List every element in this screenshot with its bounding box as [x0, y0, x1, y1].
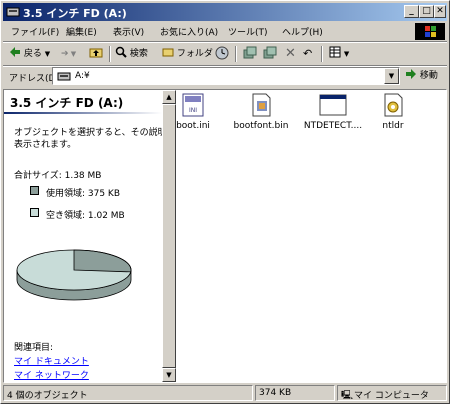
file-name: ntldr — [382, 121, 404, 131]
content-area: 3.5 インチ FD (A:) オブジェクトを選択すると、その説明が 表示されま… — [3, 89, 447, 383]
forward-button[interactable]: ➔ ▼ — [61, 46, 76, 62]
menu-tools[interactable]: ツール(T) — [228, 25, 268, 38]
copy-to-button[interactable] — [263, 46, 277, 62]
pane-title-rule — [4, 112, 162, 114]
used-space-label: 使用領域: 375 KB — [46, 189, 121, 199]
description-line-2: 表示されます。 — [14, 140, 77, 150]
left-pane-scrollbar[interactable]: ▲ ▼ — [162, 90, 176, 382]
toolbar: 戻る ▼ ➔ ▼ 検索 フォルダ ✕ ↶ ▼ — [3, 43, 447, 65]
file-name: bootfont.bin — [233, 121, 289, 131]
free-space-label: 空き領域: 1.02 MB — [46, 211, 125, 221]
history-icon — [215, 46, 229, 60]
status-objects: 4 個のオブジェクト — [7, 391, 88, 401]
my-documents-link[interactable]: マイ ドキュメント — [14, 354, 89, 367]
delete-icon[interactable]: ✕ — [285, 46, 296, 62]
floppy-drive-icon — [6, 7, 20, 17]
scroll-down-button[interactable]: ▼ — [162, 368, 176, 382]
up-folder-icon — [89, 48, 103, 58]
pane-title: 3.5 インチ FD (A:) — [10, 96, 124, 110]
up-folder-button[interactable] — [89, 46, 103, 62]
folders-label: フォルダ — [176, 49, 213, 59]
web-view-pane: 3.5 インチ FD (A:) オブジェクトを選択すると、その説明が 表示されま… — [4, 90, 176, 382]
windows-logo-icon — [415, 23, 445, 40]
views-icon — [329, 46, 341, 58]
copy-to-icon — [263, 46, 277, 59]
file-item-ntdetect[interactable]: NTDETECT.... — [301, 92, 365, 132]
menu-file[interactable]: ファイル(F) — [11, 25, 59, 38]
floppy-drive-icon — [57, 72, 71, 81]
back-arrow-icon — [10, 47, 20, 57]
address-input[interactable]: A:¥ ▼ — [52, 67, 400, 85]
status-objects-panel: 4 個のオブジェクト — [3, 385, 253, 401]
forward-arrow-icon: ➔ — [61, 49, 69, 59]
address-bar: アドレス(D) A:¥ ▼ 移動 — [3, 67, 447, 87]
menu-bar: ファイル(F) 編集(E) 表示(V) お気に入り(A) ツール(T) ヘルプ(… — [3, 22, 447, 41]
ini-settings-icon: INI — [182, 93, 204, 117]
related-heading: 関連項目: — [14, 343, 54, 353]
search-button[interactable]: 検索 — [115, 46, 148, 62]
window-title: 3.5 インチ FD (A:) — [23, 7, 127, 20]
move-to-icon — [243, 46, 257, 59]
back-label: 戻る — [23, 49, 42, 59]
move-to-button[interactable] — [243, 46, 257, 62]
maximize-button[interactable]: □ — [419, 5, 434, 18]
status-size-panel: 374 KB — [255, 385, 335, 401]
svg-text:INI: INI — [189, 107, 197, 114]
disk-usage-pie — [16, 249, 132, 301]
used-space-swatch — [30, 186, 39, 195]
my-network-link[interactable]: マイ ネットワーク — [14, 368, 89, 381]
go-arrow-icon — [406, 69, 416, 79]
file-list: INI boot.ini bootfont.bin NTDETECT.... n… — [176, 90, 446, 382]
address-value: A:¥ — [75, 71, 90, 81]
undo-icon[interactable]: ↶ — [303, 46, 312, 62]
computer-icon: 🖳 — [341, 391, 354, 401]
free-space-swatch — [30, 208, 39, 217]
system-gear-file-icon — [384, 93, 403, 117]
views-button[interactable]: ▼ — [329, 46, 349, 62]
file-item-ntldr[interactable]: ntldr — [361, 92, 425, 132]
folders-button[interactable]: フォルダ — [162, 46, 213, 62]
explorer-window: 3.5 インチ FD (A:) _ □ ✕ ファイル(F) 編集(E) 表示(V… — [0, 0, 450, 404]
scroll-thumb[interactable] — [162, 104, 176, 368]
menu-help[interactable]: ヘルプ(H) — [282, 25, 323, 38]
file-name: NTDETECT.... — [303, 121, 363, 131]
toolbar-separator — [321, 46, 323, 62]
total-size: 合計サイズ: 1.38 MB — [14, 171, 102, 181]
search-icon — [115, 46, 127, 58]
minimize-button[interactable]: _ — [404, 5, 419, 18]
folders-icon — [162, 48, 174, 57]
menu-edit[interactable]: 編集(E) — [66, 25, 97, 38]
file-item-boot-ini[interactable]: INI boot.ini — [161, 92, 225, 132]
go-button[interactable]: 移動 — [405, 68, 438, 81]
status-size: 374 KB — [259, 388, 292, 398]
title-bar[interactable]: 3.5 インチ FD (A:) _ □ ✕ — [3, 3, 447, 21]
address-dropdown-button[interactable]: ▼ — [384, 68, 399, 84]
menu-view[interactable]: 表示(V) — [113, 25, 144, 38]
toolbar-separator — [109, 46, 111, 62]
go-label: 移動 — [419, 71, 438, 81]
pie-used-slice — [73, 249, 132, 273]
file-name: boot.ini — [176, 121, 210, 131]
menu-favorites[interactable]: お気に入り(A) — [160, 25, 218, 38]
close-button[interactable]: ✕ — [434, 5, 446, 18]
status-location-panel: 🖳 マイ コンピュータ — [337, 385, 447, 401]
back-button[interactable]: 戻る ▼ — [9, 46, 50, 62]
toolbar-separator — [235, 46, 237, 62]
status-location: マイ コンピュータ — [354, 391, 429, 401]
file-item-bootfont-bin[interactable]: bootfont.bin — [229, 92, 293, 132]
status-bar: 4 個のオブジェクト 374 KB 🖳 マイ コンピュータ — [3, 385, 447, 402]
search-label: 検索 — [129, 49, 148, 59]
application-window-icon — [319, 94, 347, 116]
system-file-icon — [252, 93, 271, 117]
history-button[interactable] — [215, 46, 229, 62]
